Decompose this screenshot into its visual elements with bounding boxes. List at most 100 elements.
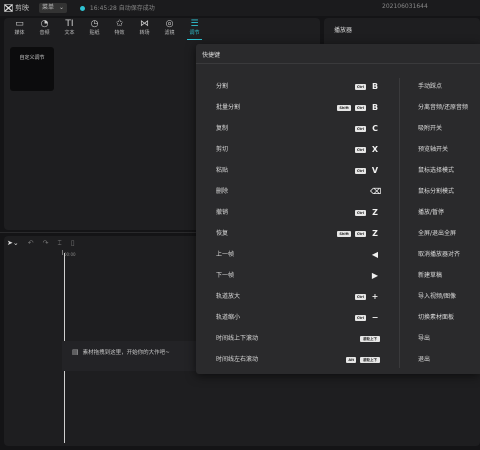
shortcut-keys: Alt 滚轮上下 (346, 354, 380, 366)
shortcut-label: 删除 (216, 188, 229, 195)
tool-tab-label: 调节 (189, 30, 200, 36)
shortcut-label: 分割 (216, 83, 229, 90)
shortcut-label: 撤销 (216, 209, 229, 216)
scroll-wheel-key: 滚轮上下 (360, 357, 380, 363)
shortcut-row: 轨道放大 Ctrl + (216, 291, 380, 303)
modifier-key: Shift (337, 231, 351, 237)
tool-tab-transition[interactable]: ⋈ 转场 (133, 18, 156, 40)
shortcut-keys: Ctrl V (354, 165, 380, 177)
effects-icon: ✩ (115, 19, 124, 29)
undo-icon[interactable]: ↶ (28, 239, 34, 248)
chevron-down-icon: ⌄ (58, 4, 64, 11)
modifier-key: Ctrl (354, 210, 366, 216)
tool-tab-label: 贴纸 (89, 30, 100, 36)
shortcut-label: 复制 (216, 125, 229, 132)
tool-tab-filter[interactable]: ◎ 滤镜 (158, 18, 181, 40)
shortcut-keys: ▶ (370, 270, 380, 282)
shortcut-label: 导出 (418, 335, 431, 342)
shortcut-label: 剪切 (216, 146, 229, 153)
tool-tab-sticker[interactable]: ◷ 贴纸 (83, 18, 106, 40)
tool-tab-text[interactable]: TI 文本 (58, 18, 81, 40)
shortcut-label: 新建草稿 (418, 272, 443, 279)
shortcut-keys: Ctrl + (354, 291, 380, 303)
shortcut-label: 粘贴 (216, 167, 229, 174)
shortcut-keys: 滚轮上下 (360, 333, 380, 345)
timeline-toolbar: ➤⌄ ↶ ↷ ⌶ ▯ (7, 239, 75, 248)
shortcut-row: 时间线上下滚动 滚轮上下 (216, 333, 380, 345)
modifier-key: Ctrl (354, 168, 366, 174)
shortcut-row: 恢复 Shift Ctrl Z (216, 228, 380, 240)
modifier-key: Ctrl (354, 147, 366, 153)
modifier-key: Ctrl (354, 84, 366, 90)
shortcut-keys: Ctrl C (354, 123, 380, 135)
autosave-status: 16:45:28 自动保存成功 (80, 3, 155, 12)
audio-icon: ◔ (40, 19, 49, 29)
shortcut-row: 粘贴 Ctrl V (216, 165, 380, 177)
shortcut-keys: Ctrl X (354, 144, 380, 156)
shortcut-label: 批量分割 (216, 104, 241, 111)
tool-tab-adjust[interactable]: ☰ 调节 (183, 18, 206, 40)
shortcut-keys: Ctrl − (354, 312, 380, 324)
shortcut-label: 恢复 (216, 230, 229, 237)
track-hint: ▤ 素材拖拽到这里，开始你的大作吧~ (72, 348, 170, 356)
scroll-wheel-key: 滚轮上下 (360, 336, 380, 342)
shortcut-key: ⌫ (370, 187, 382, 196)
select-cursor-icon[interactable]: ➤⌄ (7, 239, 19, 248)
shortcut-row: 删除 ⌫ (216, 186, 382, 198)
save-status-icon (80, 5, 85, 11)
shortcut-key: − (371, 313, 379, 322)
menu-label: 菜单 (42, 4, 55, 11)
shortcut-label: 下一帧 (216, 272, 235, 279)
tool-tab-label: 转场 (139, 30, 150, 36)
tool-tab-audio[interactable]: ◔ 音频 (33, 18, 56, 40)
custom-adjust-card[interactable]: 自定义调节 (10, 47, 54, 91)
shortcut-label: 时间线上下滚动 (216, 335, 259, 342)
player-title: 播放器 (334, 27, 353, 34)
shortcut-key: ▶ (371, 271, 379, 280)
shortcut-keys: ⌫ (370, 186, 382, 198)
shortcut-label: 取消播放器对齐 (418, 251, 461, 258)
filter-icon: ◎ (165, 19, 174, 29)
shortcut-label: 鼠标选择模式 (418, 167, 455, 174)
custom-adjust-label: 自定义调节 (19, 55, 45, 61)
shortcut-label: 退出 (418, 356, 431, 363)
media-icon: ▭ (15, 19, 24, 29)
shortcut-row: 批量分割 Shift Ctrl B (216, 102, 380, 114)
shortcut-keys: ◀ (370, 249, 380, 261)
shortcut-key: C (372, 124, 378, 133)
split-icon[interactable]: ⌶ (57, 239, 61, 248)
shortcut-key: B (371, 82, 379, 91)
shortcut-key: Z (372, 229, 378, 238)
shortcut-key: X (371, 145, 379, 154)
ruler-tick (62, 250, 63, 255)
sticker-icon: ◷ (90, 19, 99, 29)
shortcut-label: 上一帧 (216, 251, 235, 258)
film-icon: ▤ (72, 348, 79, 356)
redo-icon[interactable]: ↷ (43, 239, 49, 248)
modifier-key: Ctrl (354, 126, 366, 132)
dialog-header-divider (196, 63, 480, 64)
menu-button[interactable]: 菜单 ⌄ (39, 3, 67, 13)
shortcut-row: 上一帧 ◀ (216, 249, 380, 261)
shortcut-keys: Shift Ctrl Z (337, 228, 380, 240)
shortcut-keys: Ctrl Z (354, 207, 380, 219)
shortcut-key: B (371, 103, 379, 112)
tool-tabs: ▭ 媒体 ◔ 音频 TI 文本 ◷ 贴纸 ✩ 特效 ⋈ 转场 ◎ 滤镜 ☰ 调节 (4, 18, 320, 40)
app-name: 剪映 (15, 4, 29, 12)
delete-icon[interactable]: ▯ (71, 239, 75, 248)
tool-tab-effects[interactable]: ✩ 特效 (108, 18, 131, 40)
modifier-key: Ctrl (354, 315, 366, 321)
shortcut-keys: Ctrl B (354, 81, 380, 93)
tool-tab-label: 特效 (114, 30, 125, 36)
shortcut-row: 复制 Ctrl C (216, 123, 380, 135)
shortcut-label: 吸附开关 (418, 125, 443, 132)
shortcut-key: ◀ (371, 250, 379, 259)
tool-tab-media[interactable]: ▭ 媒体 (8, 18, 31, 40)
project-name: 202106031644 (382, 3, 428, 10)
shortcut-label: 手动踩点 (418, 83, 443, 90)
shortcut-label: 轨道放大 (216, 293, 241, 300)
shortcut-key: V (371, 166, 379, 175)
shortcut-row: 时间线左右滚动 Alt 滚轮上下 (216, 354, 380, 366)
adjust-icon: ☰ (190, 19, 199, 29)
tool-tab-label: 音频 (39, 30, 50, 36)
